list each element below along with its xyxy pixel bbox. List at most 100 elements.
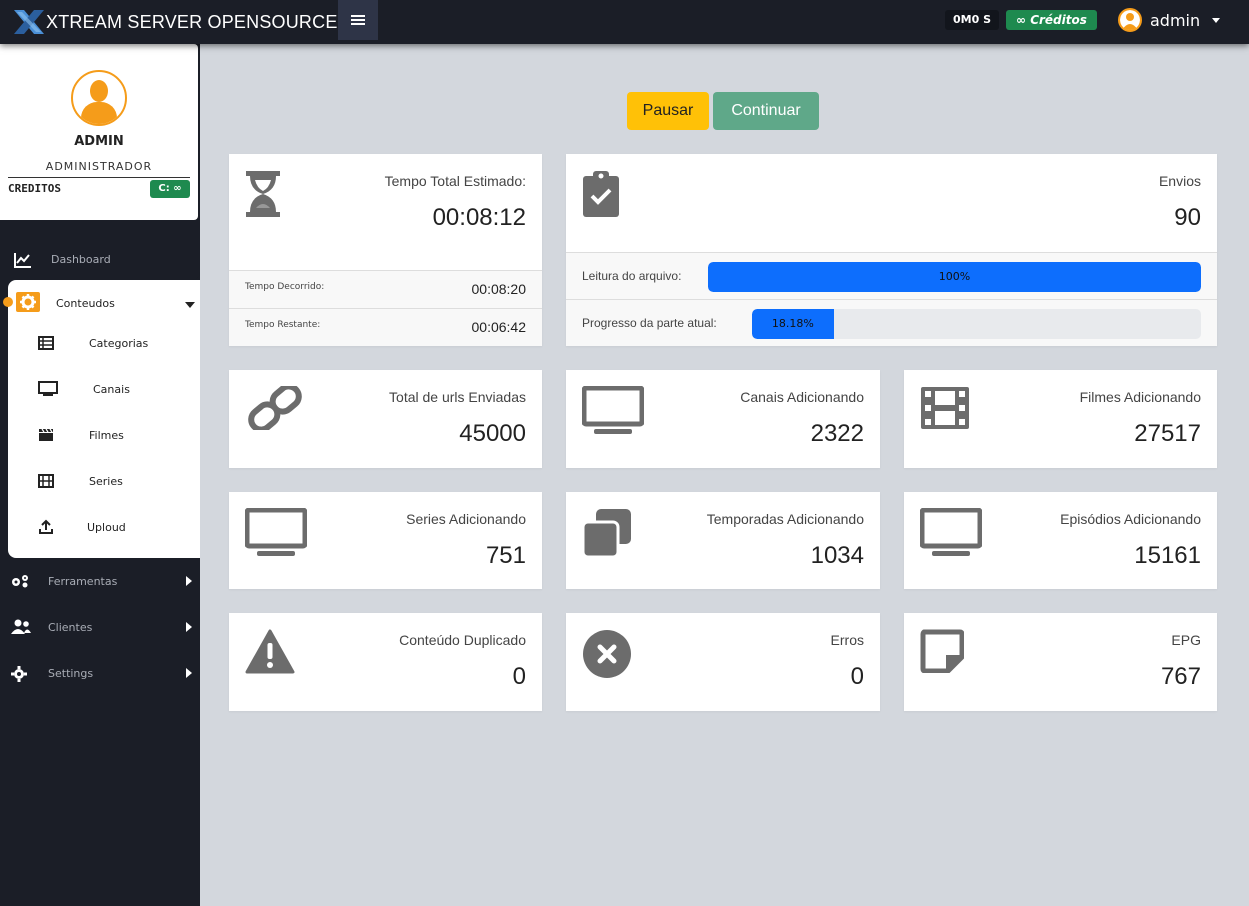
card-title: Canais Adicionando <box>740 389 864 405</box>
remaining-label: Tempo Restante: <box>245 320 321 330</box>
card-title: Total de urls Enviadas <box>389 389 526 405</box>
card-title: Erros <box>830 632 864 648</box>
estimated-time-card: Tempo Total Estimado: 00:08:12 Tempo Dec… <box>229 154 542 346</box>
sidebar-item-settings[interactable]: Settings <box>0 658 200 688</box>
part-progress-row: Progresso da parte atual: 18.18% <box>566 299 1217 346</box>
chevron-right-icon <box>186 576 192 586</box>
avatar <box>71 70 127 126</box>
sidebar: ADMIN ADMINISTRADOR CREDITOS C: ∞ Dashbo… <box>0 44 200 906</box>
sidebar-subitem-label: Series <box>89 475 123 488</box>
stat-card-filmes: Filmes Adicionando 27517 <box>904 370 1217 468</box>
stat-card-canais: Canais Adicionando 2322 <box>566 370 880 468</box>
card-value: 45000 <box>459 420 526 447</box>
brand[interactable]: XTREAM SERVER OPENSOURCE <box>12 6 338 38</box>
pause-button[interactable]: Pausar <box>627 92 709 130</box>
brand-title: XTREAM SERVER OPENSOURCE <box>46 11 338 32</box>
sidebar-item-clientes[interactable]: Clientes <box>0 612 200 642</box>
chevron-right-icon <box>186 622 192 632</box>
part-progress-bar: 18.18% <box>752 309 1201 339</box>
user-menu[interactable]: admin <box>1118 8 1221 32</box>
chevron-down-icon <box>1212 17 1221 23</box>
chevron-right-icon <box>186 668 192 678</box>
card-value: 15161 <box>1134 542 1201 569</box>
card-value: 767 <box>1160 663 1201 690</box>
card-value: 751 <box>485 542 526 569</box>
sidebar-item-label: Dashboard <box>51 253 111 266</box>
card-title: Conteúdo Duplicado <box>399 632 526 648</box>
monitor-icon <box>581 385 645 440</box>
part-progress-label: Progresso da parte atual: <box>582 316 717 330</box>
users-icon <box>10 619 31 635</box>
list-table-icon <box>38 335 54 350</box>
sidebar-subitem-uploud[interactable]: Uploud <box>8 512 200 542</box>
sidebar-subitem-canais[interactable]: Canais <box>8 374 200 404</box>
link-icon <box>245 383 305 434</box>
user-avatar-icon <box>1118 8 1142 32</box>
card-title: Temporadas Adicionando <box>706 511 864 527</box>
card-value: 0 <box>512 663 526 690</box>
credits-label: Créditos <box>1030 13 1087 27</box>
continue-button[interactable]: Continuar <box>713 92 819 130</box>
clipboard-check-icon <box>582 170 620 222</box>
sidebar-subitem-label: Uploud <box>87 521 126 534</box>
stat-card-duplicado: Conteúdo Duplicado 0 <box>229 613 542 711</box>
card-value: 1034 <box>810 542 864 569</box>
file-reading-row: Leitura do arquivo: 100% <box>566 252 1217 299</box>
profile-card: ADMIN ADMINISTRADOR CREDITOS C: ∞ <box>0 44 198 220</box>
top-navbar: XTREAM SERVER OPENSOURCE 0M0 S ∞ Crédito… <box>0 0 1249 44</box>
sidebar-subitem-label: Filmes <box>89 429 124 442</box>
sidebar-item-label: Clientes <box>48 621 93 634</box>
chart-line-icon <box>14 252 34 268</box>
stat-card-temporadas: Temporadas Adicionando 1034 <box>566 492 880 589</box>
sidebar-subitem-categorias[interactable]: Categorias <box>8 328 200 358</box>
user-name: admin <box>1150 10 1201 30</box>
card-value: 0 <box>850 663 864 690</box>
sidebar-group-conteudos: Conteudos Categorias Canais Filmes Serie… <box>3 280 200 558</box>
infinity-icon: ∞ <box>1016 13 1031 27</box>
stat-card-episodios: Episódios Adicionando 15161 <box>904 492 1217 589</box>
card-value: 90 <box>1174 204 1201 231</box>
card-title: EPG <box>1171 632 1201 648</box>
sidebar-subitem-series[interactable]: Series <box>8 466 200 496</box>
card-title: Tempo Total Estimado: <box>384 173 526 189</box>
clapperboard-icon <box>38 427 54 441</box>
elapsed-value: 00:08:20 <box>471 281 527 297</box>
card-title: Series Adicionando <box>406 511 526 527</box>
stat-card-urls: Total de urls Enviadas 45000 <box>229 370 542 468</box>
elapsed-label: Tempo Decorrido: <box>245 282 325 292</box>
chevron-down-icon[interactable] <box>185 302 195 308</box>
gears-icon <box>10 573 30 589</box>
clone-icon <box>581 508 632 562</box>
stat-card-epg: EPG 767 <box>904 613 1217 711</box>
hamburger-menu-icon[interactable] <box>338 0 378 40</box>
divider <box>8 177 190 178</box>
warning-icon <box>245 629 295 679</box>
monitor-icon <box>244 507 308 562</box>
profile-name: ADMIN <box>74 134 124 149</box>
card-title: Envios <box>1158 173 1201 189</box>
remaining-time-row: Tempo Restante: 00:06:42 <box>229 308 542 346</box>
sidebar-item-ferramentas[interactable]: Ferramentas <box>0 566 200 596</box>
remaining-value: 00:06:42 <box>471 319 527 335</box>
stat-card-series: Series Adicionando 751 <box>229 492 542 589</box>
monitor-icon <box>38 381 58 396</box>
card-value: 00:08:12 <box>432 204 526 231</box>
sidebar-subitem-filmes[interactable]: Filmes <box>8 420 200 450</box>
profile-credits-badge: C: ∞ <box>150 180 190 198</box>
close-circle-icon <box>582 629 632 683</box>
sidebar-item-dashboard[interactable]: Dashboard <box>0 244 200 280</box>
profile-credits-label: CREDITOS <box>8 182 61 195</box>
upload-icon <box>38 519 54 534</box>
card-title: Episódios Adicionando <box>1060 511 1201 527</box>
card-title: Filmes Adicionando <box>1079 389 1201 405</box>
film-icon <box>920 386 970 434</box>
envios-card: Envios 90 Leitura do arquivo: 100% Progr… <box>566 154 1217 346</box>
credits-badge[interactable]: ∞ Créditos <box>1006 10 1097 30</box>
sidebar-item-conteudos[interactable]: Conteudos <box>56 297 115 310</box>
timer-badge: 0M0 S <box>945 10 1000 30</box>
card-value: 2322 <box>810 420 864 447</box>
hourglass-icon <box>245 170 281 222</box>
file-reading-progress-bar: 100% <box>708 262 1201 292</box>
stat-card-erros: Erros 0 <box>566 613 880 711</box>
file-reading-label: Leitura do arquivo: <box>582 269 682 283</box>
